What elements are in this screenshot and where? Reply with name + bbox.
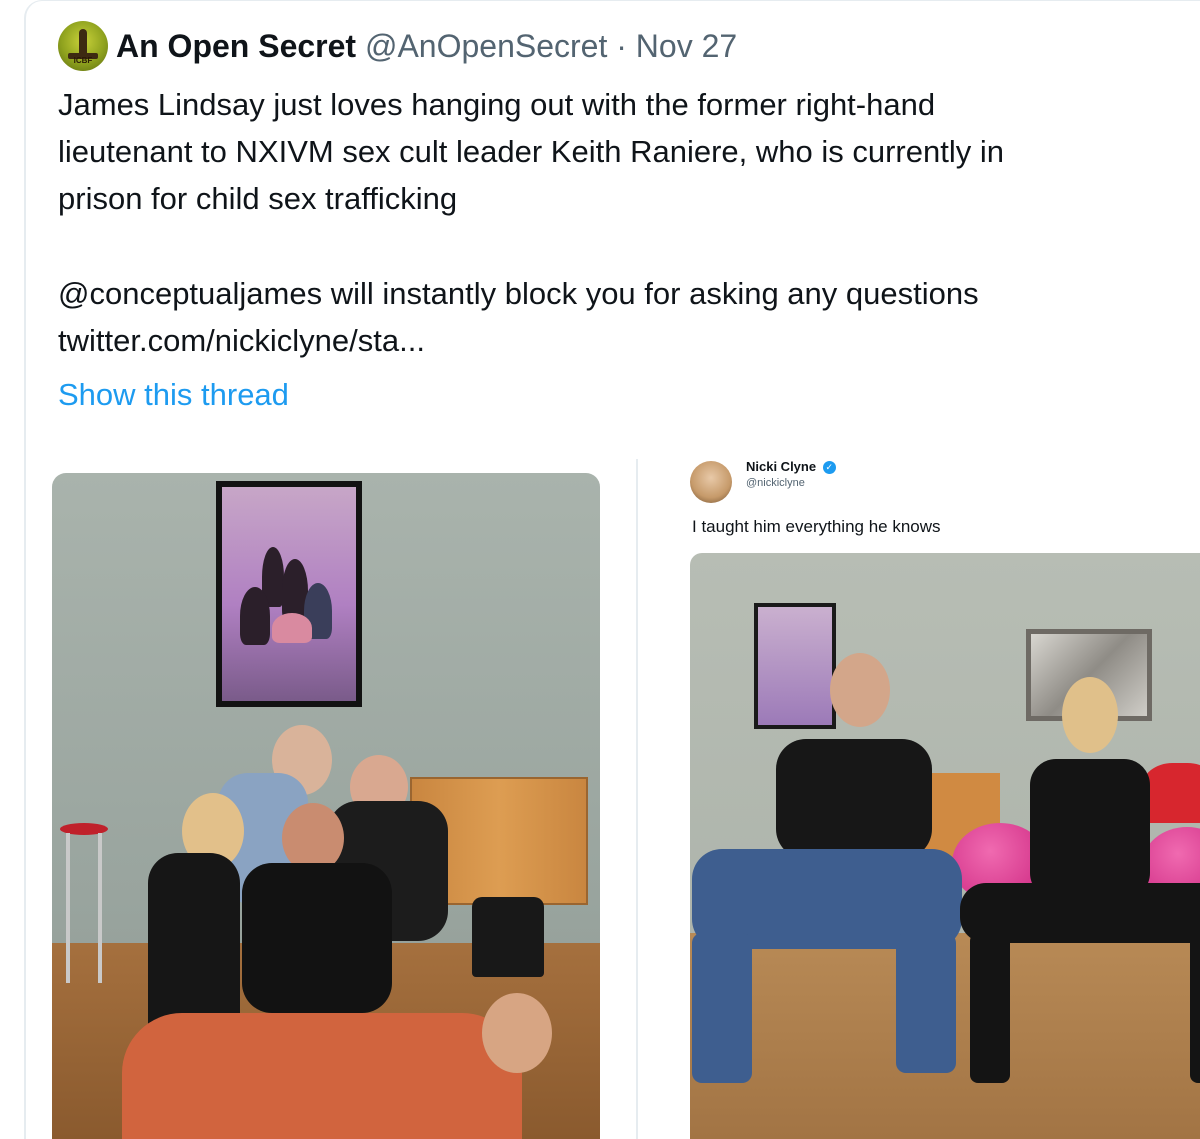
tweet-text: James Lindsay just loves hanging out wit… [58,81,1178,364]
person [970,933,1010,1083]
show-thread-link[interactable]: Show this thread [58,377,289,413]
movie-poster [754,603,836,729]
movie-poster [216,481,362,707]
monument-logo-icon [79,29,87,55]
tweet-text-line: lieutenant to NXIVM sex cult leader Keit… [58,134,1004,169]
embedded-tweet-image[interactable]: Nicki Clyne ✓ @nickiclyne ··· I taught h… [666,455,1200,1139]
person [1062,677,1118,753]
person [776,739,932,859]
person [896,933,956,1073]
person [1190,933,1200,1083]
person [242,863,392,1013]
author-name[interactable]: An Open Secret [116,28,356,64]
header-separator: · [616,28,627,64]
backpack [472,897,544,977]
tweet-card[interactable]: ICBF An Open Secret @AnOpenSecret · Nov … [24,0,1200,1139]
avatar-logo-text: ICBF [73,56,93,65]
author-handle[interactable]: @AnOpenSecret [365,28,607,64]
embedded-tweet-text: I taught him everything he knows [692,517,941,536]
tweet-mention-line[interactable]: @conceptualjames will instantly block yo… [58,270,1178,317]
red-chair [1142,763,1200,823]
person [830,653,890,727]
person [692,933,752,1083]
person [482,993,552,1073]
embedded-author-name: Nicki Clyne [746,459,817,474]
tweet-link[interactable]: twitter.com/nickiclyne/sta... [58,317,1178,364]
tweet-text-line: James Lindsay just loves hanging out wit… [58,87,936,122]
tweet-photo-left[interactable] [52,473,600,1139]
tweet-date[interactable]: Nov 27 [636,28,737,64]
person [1030,759,1150,899]
embedded-author-handle: @nickiclyne [746,477,805,489]
person [122,1013,522,1139]
embedded-author-avatar [690,461,732,503]
author-avatar[interactable]: ICBF [58,21,108,71]
embedded-tweet-photo [690,553,1200,1139]
tweet-text-line: prison for child sex trafficking [58,181,458,216]
tweet-header: An Open Secret @AnOpenSecret · Nov 27 [116,27,737,65]
verified-badge-icon: ✓ [822,461,836,475]
